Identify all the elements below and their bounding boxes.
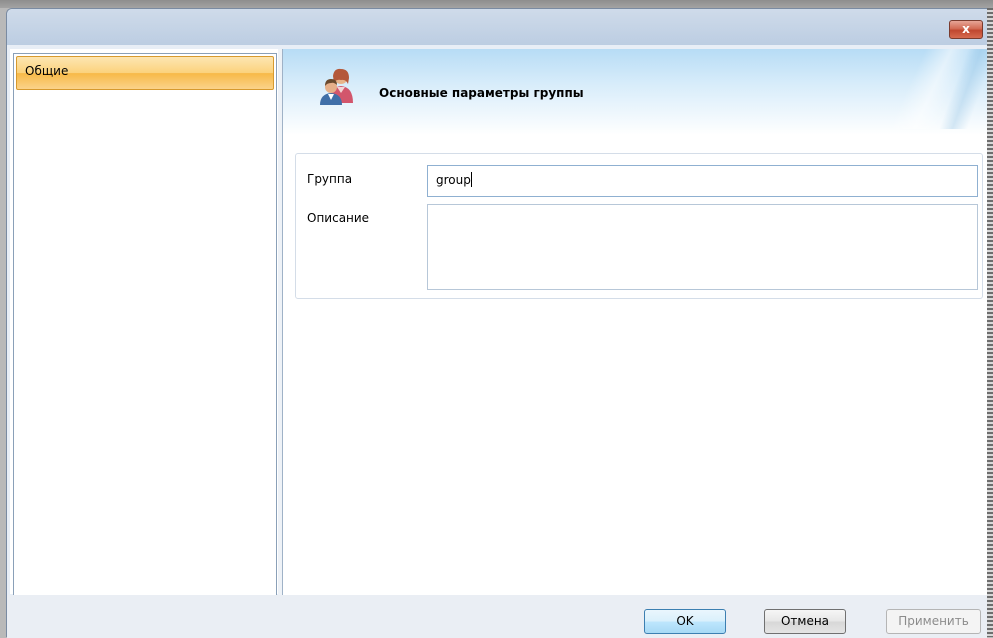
sidebar-item-general[interactable]: Общие	[16, 56, 274, 90]
close-icon: x	[962, 22, 970, 36]
header-banner: Основные параметры группы	[283, 49, 987, 135]
ok-button[interactable]: OK	[644, 609, 726, 634]
top-strip	[0, 0, 993, 8]
title-bar: x	[7, 9, 987, 45]
description-field[interactable]	[427, 204, 978, 290]
dialog-window: x Общие Основные параметры группы Группа…	[6, 8, 987, 638]
sidebar-item-label: Общие	[25, 64, 69, 78]
description-label: Описание	[307, 211, 370, 225]
group-name-value: group	[436, 173, 471, 187]
main-panel: Основные параметры группы Группа group О…	[283, 49, 987, 595]
sidebar: Общие	[13, 53, 277, 596]
window-edge	[987, 8, 993, 637]
group-name-input[interactable]: group	[427, 165, 978, 197]
apply-button[interactable]: Применить	[886, 609, 981, 634]
group-label: Группа	[307, 172, 353, 186]
page-title: Основные параметры группы	[379, 86, 584, 100]
close-button[interactable]: x	[949, 20, 983, 39]
cancel-button[interactable]: Отмена	[764, 609, 846, 634]
text-caret	[470, 172, 472, 187]
user-group-icon	[320, 68, 353, 105]
